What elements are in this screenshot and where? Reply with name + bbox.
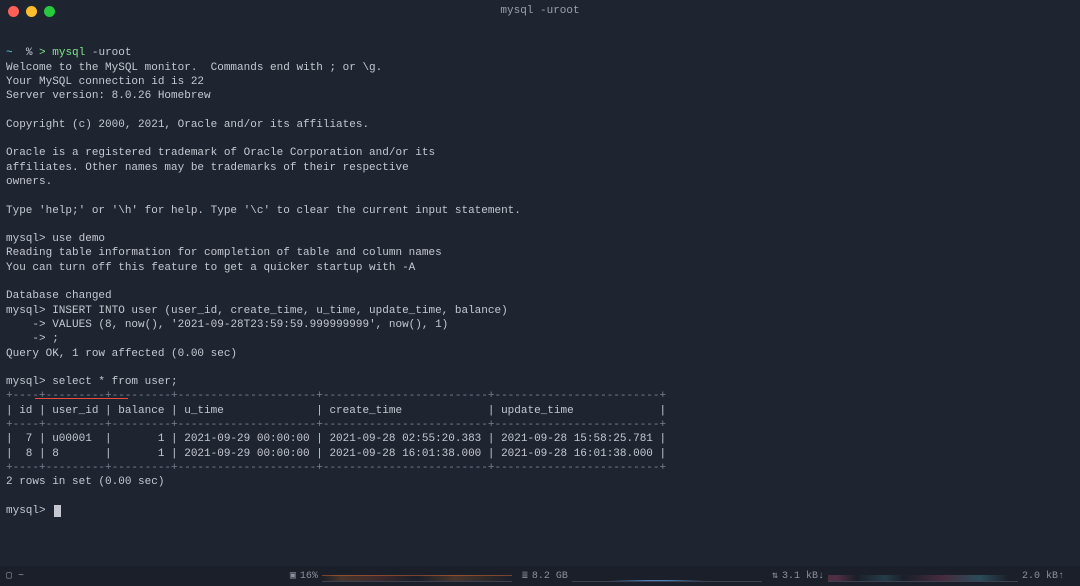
welcome-line-1: Welcome to the MySQL monitor. Commands e… <box>6 62 382 74</box>
db-changed: Database changed <box>6 290 112 302</box>
network-up: 2.0 kB↑ <box>1022 570 1064 583</box>
titlebar: mysql -uroot <box>0 0 1080 22</box>
reading-info-2: You can turn off this feature to get a q… <box>6 262 415 274</box>
minimize-icon[interactable] <box>26 6 37 17</box>
insert-values: VALUES (8, now(), '2021-09-28T23:59:59.9… <box>52 319 448 331</box>
close-icon[interactable] <box>8 6 19 17</box>
network-icon: ⇅ <box>772 570 778 583</box>
cursor-icon <box>54 505 61 517</box>
insert-command: INSERT INTO user (user_id, create_time, … <box>46 305 508 317</box>
traffic-lights <box>8 6 55 17</box>
welcome-line-3: Server version: 8.0.26 Homebrew <box>6 90 211 102</box>
status-left: ▢ ~ <box>6 570 24 583</box>
prompt-pct: % <box>26 47 33 59</box>
table-header: | id | user_id | balance | u_time | crea… <box>6 405 666 417</box>
memory-value: 8.2 GB <box>532 570 568 583</box>
cpu-icon: ▣ <box>290 570 296 583</box>
memory-sparkline <box>572 570 762 582</box>
reading-info-1: Reading table information for completion… <box>6 247 442 259</box>
status-bar: ▢ ~ ▣ 16% ≣ 8.2 GB ⇅ 3.1 kB↓ 2.0 kB↑ <box>0 566 1080 586</box>
prompt-tilde: ~ <box>6 47 13 59</box>
highlight-underline <box>35 398 128 399</box>
continuation-arrow: -> <box>6 319 52 331</box>
status-memory: ≣ 8.2 GB <box>522 570 762 583</box>
mysql-prompt: mysql> <box>6 305 46 317</box>
mysql-prompt: mysql> <box>6 376 46 388</box>
welcome-line-2: Your MySQL connection id is 22 <box>6 76 204 88</box>
table-separator: +----+---------+---------+--------------… <box>6 419 666 431</box>
select-command: select * from user; <box>46 376 178 388</box>
table-separator: +----+---------+---------+--------------… <box>6 462 666 474</box>
trademark-line-2: affiliates. Other names may be trademark… <box>6 162 409 174</box>
command-arg: -uroot <box>92 47 132 59</box>
cpu-value: 16% <box>300 570 318 583</box>
network-sparkline <box>828 570 1018 582</box>
prompt-gt: > <box>39 47 46 59</box>
table-separator: +----+---------+---------+--------------… <box>6 390 666 402</box>
copyright-line: Copyright (c) 2000, 2021, Oracle and/or … <box>6 119 369 131</box>
rows-summary: 2 rows in set (0.00 sec) <box>6 476 164 488</box>
help-line: Type 'help;' or '\h' for help. Type '\c'… <box>6 205 521 217</box>
table-row: | 7 | u00001 | 1 | 2021-09-29 00:00:00 |… <box>6 433 666 445</box>
memory-icon: ≣ <box>522 570 528 583</box>
mysql-prompt: mysql> <box>6 233 46 245</box>
use-command: use demo <box>46 233 105 245</box>
insert-semi: ; <box>52 333 59 345</box>
network-down: 3.1 kB↓ <box>782 570 824 583</box>
maximize-icon[interactable] <box>44 6 55 17</box>
continuation-arrow: -> <box>6 333 52 345</box>
window-title: mysql -uroot <box>500 4 579 18</box>
table-row: | 8 | 8 | 1 | 2021-09-29 00:00:00 | 2021… <box>6 448 666 460</box>
trademark-line-3: owners. <box>6 176 52 188</box>
status-cpu: ▣ 16% <box>290 570 512 583</box>
trademark-line-1: Oracle is a registered trademark of Orac… <box>6 147 435 159</box>
terminal-output[interactable]: ~ % > mysql -uroot Welcome to the MySQL … <box>0 22 1080 518</box>
folder-icon: ▢ ~ <box>6 570 24 583</box>
cpu-sparkline <box>322 570 512 582</box>
query-ok: Query OK, 1 row affected (0.00 sec) <box>6 348 237 360</box>
status-network: ⇅ 3.1 kB↓ 2.0 kB↑ <box>772 570 1064 583</box>
command-mysql: mysql <box>52 47 85 59</box>
mysql-prompt: mysql> <box>6 505 52 517</box>
